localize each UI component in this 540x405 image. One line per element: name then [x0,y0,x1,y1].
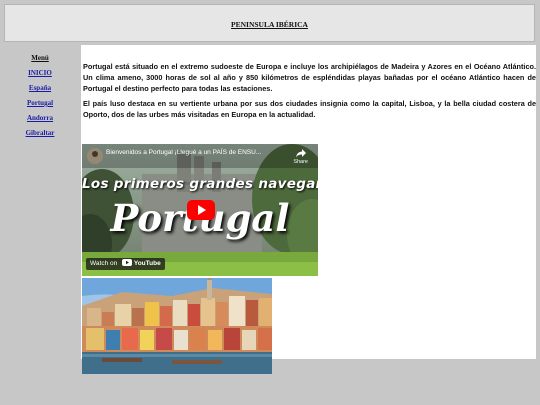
youtube-video-embed[interactable]: Bienvenidos a Portugal ¡Llegué a un PAÍS… [82,144,318,276]
nav-link-portugal[interactable]: Portugal [4,96,76,111]
nav-link-andorra[interactable]: Andorra [4,111,76,126]
cities-paragraph: El país luso destaca en su vertiente urb… [83,99,536,119]
watch-on-youtube-button[interactable]: Watch on YouTube [86,258,165,270]
watch-on-label: Watch on [90,260,118,267]
nav-link-espana[interactable]: España [4,81,76,96]
nav-link-inicio[interactable]: INICIO [4,66,76,81]
youtube-label: YouTube [133,260,161,267]
play-button[interactable] [187,200,215,220]
page-header: PENINSULA IBÉRICA [4,4,535,42]
intro-paragraph: Portugal está situado en el extremo sudo… [83,62,536,93]
page-title: PENINSULA IBÉRICA [231,20,308,29]
video-title[interactable]: Bienvenidos a Portugal ¡Llegué a un PAÍS… [106,149,261,156]
nav-link-gibraltar[interactable]: Gibraltar [4,126,76,141]
share-label: Share [293,159,308,165]
play-icon [187,200,215,220]
video-headline: Los primeros grandes navegantes [82,176,318,192]
porto-city-image [82,278,272,374]
sidebar-nav: Menú INICIO España Portugal Andorra Gibr… [4,50,76,141]
sidebar-title: Menú [31,54,49,62]
share-icon [295,149,306,158]
porto-photo [82,278,272,374]
share-button[interactable]: Share [293,148,308,165]
youtube-logo-icon [122,259,133,266]
